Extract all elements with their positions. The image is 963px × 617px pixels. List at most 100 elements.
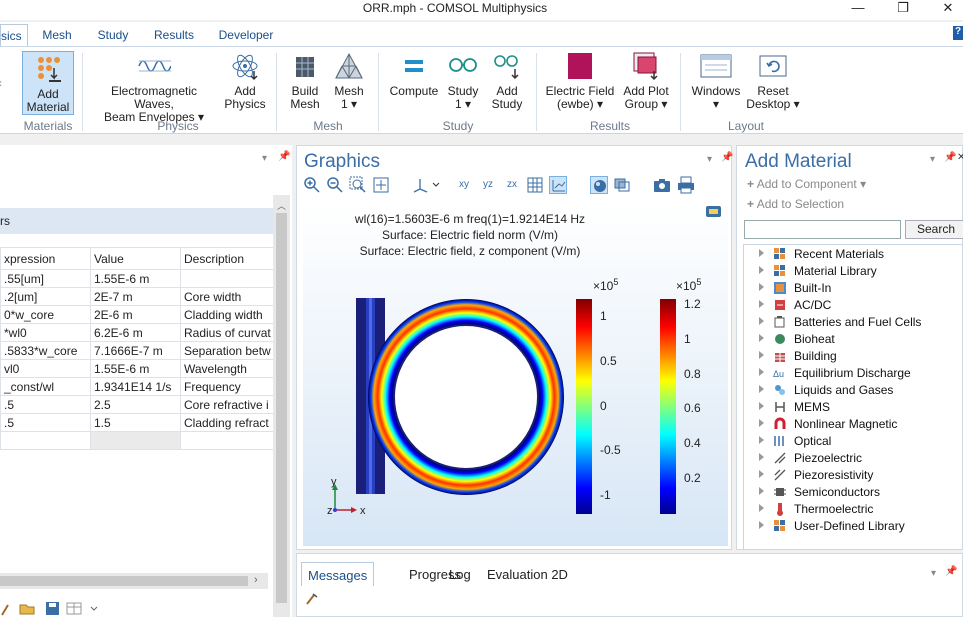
cell-description[interactable]: Separation betw xyxy=(180,341,275,360)
material-search-input[interactable] xyxy=(744,220,901,239)
study-1-button[interactable]: Study 1 ▾ xyxy=(444,51,482,111)
add-to-selection-button[interactable]: + Add to Selection xyxy=(747,197,844,211)
cell-expression[interactable]: .5833*w_core xyxy=(0,341,91,360)
expand-arrow-icon[interactable] xyxy=(759,453,764,461)
expand-arrow-icon[interactable] xyxy=(759,249,764,257)
tab-mesh[interactable]: Mesh xyxy=(36,24,78,46)
expand-arrow-icon[interactable] xyxy=(759,504,764,512)
cell-expression[interactable]: _const/wl xyxy=(0,377,91,396)
transparency-icon[interactable] xyxy=(613,176,631,194)
help-icon[interactable]: ? xyxy=(953,26,963,40)
tab-log[interactable]: Log xyxy=(443,562,477,586)
table-row[interactable]: *wl0 6.2E-6 m Radius of curvat xyxy=(0,323,275,342)
tab-study[interactable]: Study xyxy=(90,24,136,46)
cell-expression[interactable] xyxy=(0,431,91,450)
cell-description[interactable]: Core refractive i xyxy=(180,395,275,414)
scroll-up-icon[interactable]: ︿ xyxy=(277,199,286,212)
table-row[interactable]: _const/wl 1.9341E14 1/s Frequency xyxy=(0,377,275,396)
close-button[interactable]: ✕ xyxy=(933,0,963,18)
add-material-button[interactable]: Add Material xyxy=(22,51,74,115)
view-xy-icon[interactable]: xy xyxy=(455,176,473,194)
cell-description[interactable]: Cladding width xyxy=(180,305,275,324)
pin-icon[interactable]: 📌 xyxy=(944,152,956,163)
vertical-scrollbar[interactable]: ︿ xyxy=(273,195,290,617)
cell-expression[interactable]: .2[um] xyxy=(0,287,91,306)
expand-arrow-icon[interactable] xyxy=(759,402,764,410)
expand-arrow-icon[interactable] xyxy=(759,487,764,495)
expand-arrow-icon[interactable] xyxy=(759,385,764,393)
tab-evaluation-2d[interactable]: Evaluation 2D xyxy=(481,562,574,586)
cell-expression[interactable]: .55[um] xyxy=(0,269,91,288)
tab-results[interactable]: Results xyxy=(148,24,200,46)
column-header-expression[interactable]: xpression xyxy=(0,247,91,270)
expand-arrow-icon[interactable] xyxy=(759,334,764,342)
search-button[interactable]: Search xyxy=(905,220,963,239)
maximize-button[interactable]: ❐ xyxy=(888,0,918,18)
cell-expression[interactable]: 0*w_core xyxy=(0,305,91,324)
zoom-out-icon[interactable] xyxy=(326,176,344,194)
expand-arrow-icon[interactable] xyxy=(759,300,764,308)
expand-arrow-icon[interactable] xyxy=(759,368,764,376)
panel-menu-icon[interactable]: ▾ xyxy=(707,154,712,165)
open-folder-icon[interactable] xyxy=(19,604,35,615)
view-yz-icon[interactable]: yz xyxy=(479,176,497,194)
cell-expression[interactable]: .5 xyxy=(0,413,91,432)
pin-icon[interactable]: 📌 xyxy=(945,566,957,577)
panel-menu-icon[interactable]: ▾ xyxy=(931,568,936,579)
cell-description[interactable]: Cladding refract xyxy=(180,413,275,432)
expand-arrow-icon[interactable] xyxy=(759,266,764,274)
column-header-description[interactable]: Description xyxy=(180,247,275,270)
windows-button[interactable]: Windows ▾ xyxy=(688,51,744,111)
build-mesh-button[interactable]: Build Mesh xyxy=(286,51,324,111)
plot-canvas[interactable]: wl(16)=1.5603E-6 m freq(1)=1.9214E14 Hz … xyxy=(303,204,728,546)
cell-description[interactable]: Frequency xyxy=(180,377,275,396)
scrollbar-thumb[interactable] xyxy=(276,213,287,603)
table-row[interactable]: .5 2.5 Core refractive i xyxy=(0,395,275,414)
table-row[interactable]: .2[um] 2E-7 m Core width xyxy=(0,287,275,306)
horizontal-scrollbar[interactable]: › xyxy=(0,573,268,589)
cell-expression[interactable]: vl0 xyxy=(0,359,91,378)
table-row[interactable]: vl0 1.55E-6 m Wavelength xyxy=(0,359,275,378)
cell-description[interactable]: Core width xyxy=(180,287,275,306)
expand-arrow-icon[interactable] xyxy=(759,470,764,478)
compute-button[interactable]: Compute xyxy=(386,51,442,98)
expand-arrow-icon[interactable] xyxy=(759,283,764,291)
tab-physics[interactable]: sics xyxy=(0,24,28,46)
add-physics-button[interactable]: Add Physics xyxy=(222,51,268,111)
ribbon-scroll-left[interactable]: ‹ xyxy=(0,77,4,90)
tab-messages[interactable]: Messages xyxy=(301,562,375,586)
table-options-icon[interactable] xyxy=(66,602,98,615)
expand-arrow-icon[interactable] xyxy=(759,419,764,427)
cell-description[interactable]: Wavelength xyxy=(180,359,275,378)
pin-icon[interactable]: 📌 xyxy=(278,151,290,162)
reset-desktop-button[interactable]: Reset Desktop ▾ xyxy=(746,51,800,111)
table-row[interactable] xyxy=(0,431,275,450)
cell-expression[interactable]: *wl0 xyxy=(0,323,91,342)
cell-expression[interactable]: .5 xyxy=(0,395,91,414)
view-zx-icon[interactable]: zx xyxy=(503,176,521,194)
plot-window-icon[interactable] xyxy=(706,206,721,217)
table-row[interactable]: .5 1.5 Cladding refract xyxy=(0,413,275,432)
scroll-right-icon[interactable]: › xyxy=(254,574,258,586)
scrollbar-thumb[interactable] xyxy=(0,576,248,586)
broom-icon[interactable] xyxy=(1,604,9,616)
cell-description[interactable] xyxy=(180,269,275,288)
pin-icon[interactable]: 📌 xyxy=(721,152,733,163)
camera-icon[interactable] xyxy=(653,176,671,194)
expand-arrow-icon[interactable] xyxy=(759,317,764,325)
expand-arrow-icon[interactable] xyxy=(759,436,764,444)
tab-developer[interactable]: Developer xyxy=(214,24,278,46)
grid-icon[interactable] xyxy=(526,176,544,194)
table-row[interactable]: 0*w_core 2E-6 m Cladding width xyxy=(0,305,275,324)
save-icon[interactable] xyxy=(46,602,59,615)
zoom-box-icon[interactable] xyxy=(349,176,367,194)
add-plot-group-button[interactable]: Add Plot Group ▾ xyxy=(620,51,672,111)
electric-field-button[interactable]: Electric Field (ewbe) ▾ xyxy=(544,51,616,111)
table-row[interactable]: .5833*w_core 7.1666E-7 m Separation betw xyxy=(0,341,275,360)
add-to-component-button[interactable]: + Add to Component ▾ xyxy=(747,177,866,191)
clear-messages-icon[interactable] xyxy=(305,592,319,606)
panel-menu-icon[interactable]: ▾ xyxy=(930,154,935,165)
cell-description[interactable] xyxy=(180,431,275,450)
cell-description[interactable]: Radius of curvat xyxy=(180,323,275,342)
axis-orientation-icon[interactable] xyxy=(411,176,443,194)
